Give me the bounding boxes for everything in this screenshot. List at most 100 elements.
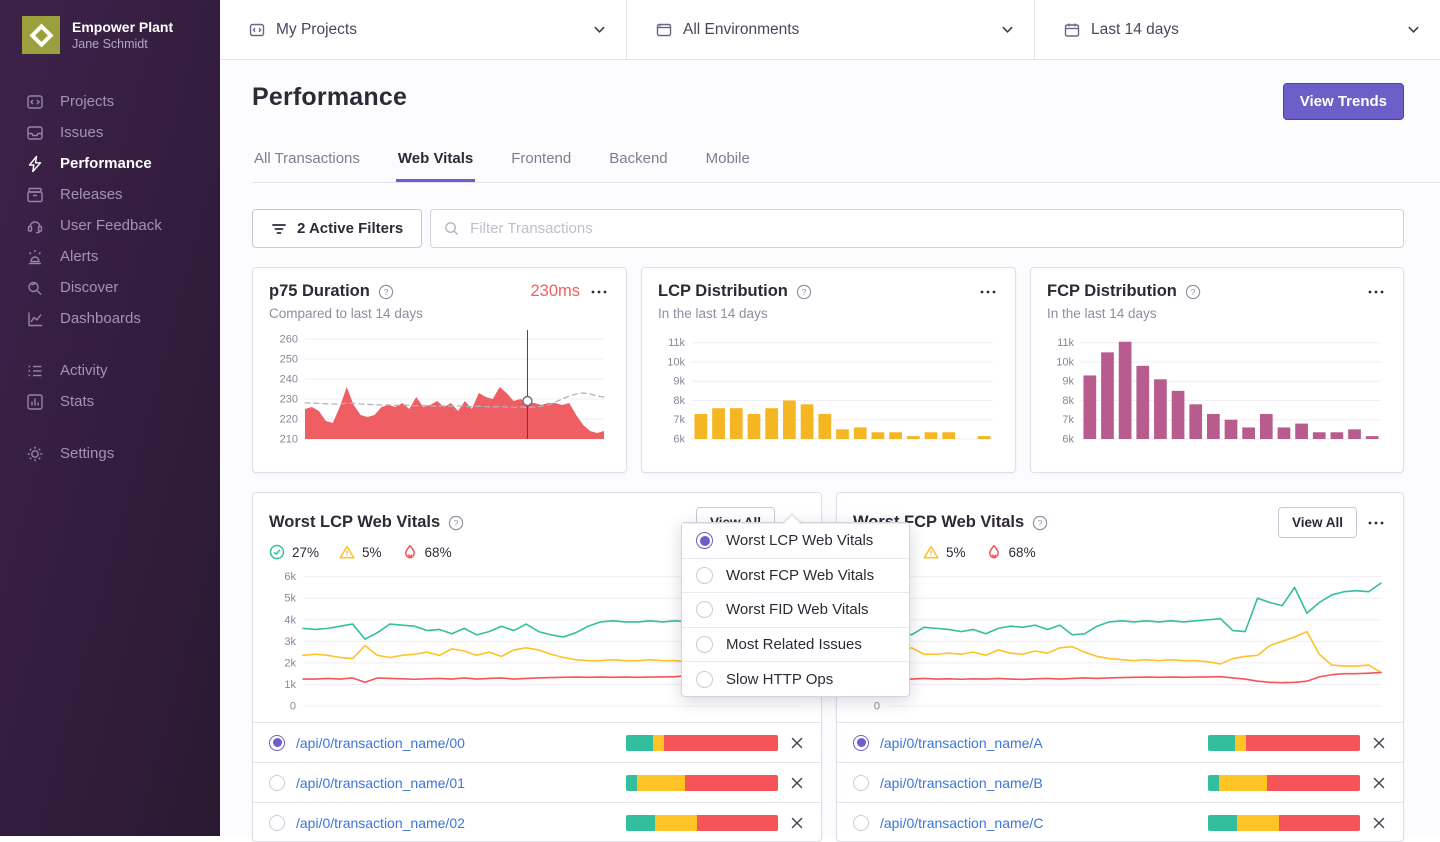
close-icon[interactable]: [1371, 735, 1387, 751]
ellipsis-menu-icon[interactable]: [977, 287, 999, 297]
card-title: FCP Distribution: [1047, 282, 1177, 301]
lcp-distribution-chart: 6k7k8k9k10k11k: [658, 327, 999, 453]
svg-text:220: 220: [280, 414, 298, 426]
good-percent: 27%: [292, 545, 319, 560]
sidebar-item-issues[interactable]: Issues: [0, 117, 220, 148]
question-icon[interactable]: ?: [378, 284, 394, 300]
svg-text:6k: 6k: [673, 434, 685, 446]
close-icon[interactable]: [1371, 775, 1387, 791]
fcp-distribution-chart: 6k7k8k9k10k11k: [1047, 327, 1387, 453]
card-subtitle: In the last 14 days: [1047, 306, 1387, 321]
transaction-link[interactable]: /api/0/transaction_name/01: [296, 775, 465, 791]
menu-radio[interactable]: [696, 567, 713, 584]
org-switcher[interactable]: Empower Plant Jane Schmidt: [0, 0, 220, 64]
transaction-link[interactable]: /api/0/transaction_name/A: [880, 735, 1043, 751]
svg-text:6k: 6k: [1062, 434, 1074, 446]
question-icon[interactable]: ?: [1032, 515, 1048, 531]
worst-fcp-card: Worst FCP Web Vitals ? View All 27% 5% 6…: [836, 492, 1404, 842]
sidebar-item-settings[interactable]: Settings: [0, 438, 220, 469]
worst-fcp-chart: 01k2k3k4k5k6k: [853, 560, 1387, 720]
view-trends-button[interactable]: View Trends: [1283, 83, 1404, 120]
fire-icon: [986, 544, 1002, 560]
stats-icon: [26, 393, 44, 411]
question-icon[interactable]: ?: [1185, 284, 1201, 300]
menu-item-most-related-issues[interactable]: Most Related Issues: [682, 627, 909, 662]
transaction-radio[interactable]: [853, 815, 869, 831]
close-icon[interactable]: [789, 775, 805, 791]
ellipsis-menu-icon[interactable]: [1365, 518, 1387, 528]
active-filters-button[interactable]: 2 Active Filters: [252, 209, 422, 248]
tab-web-vitals[interactable]: Web Vitals: [396, 142, 475, 182]
table-row: /api/0/transaction_name/00: [253, 722, 821, 762]
transaction-radio[interactable]: [853, 775, 869, 791]
projects-icon: [26, 93, 44, 111]
close-icon[interactable]: [1371, 815, 1387, 831]
dashboards-icon: [26, 310, 44, 328]
transaction-link[interactable]: /api/0/transaction_name/C: [880, 815, 1043, 831]
date-range-selector[interactable]: Last 14 days: [1035, 0, 1440, 59]
menu-radio[interactable]: [696, 532, 713, 549]
menu-item-worst-fcp[interactable]: Worst FCP Web Vitals: [682, 558, 909, 593]
p75-duration-card: p75 Duration ? 230ms Compared to last 14…: [252, 267, 627, 473]
filter-icon: [271, 221, 287, 237]
ellipsis-menu-icon[interactable]: [1365, 287, 1387, 297]
sidebar-item-projects[interactable]: Projects: [0, 86, 220, 117]
org-name: Empower Plant: [72, 19, 173, 37]
transaction-list: /api/0/transaction_name/A /api/0/transac…: [837, 722, 1403, 842]
environment-icon: [655, 21, 673, 39]
sidebar-item-discover[interactable]: Discover: [0, 272, 220, 303]
menu-radio[interactable]: [696, 671, 713, 688]
sidebar-item-dashboards[interactable]: Dashboards: [0, 303, 220, 334]
menu-radio[interactable]: [696, 636, 713, 653]
svg-text:210: 210: [280, 434, 298, 446]
transaction-radio[interactable]: [269, 815, 285, 831]
transaction-radio[interactable]: [269, 775, 285, 791]
transaction-radio[interactable]: [853, 735, 869, 751]
p75-value: 230ms: [530, 282, 580, 301]
menu-item-slow-http-ops[interactable]: Slow HTTP Ops: [682, 661, 909, 696]
svg-text:0: 0: [874, 701, 880, 713]
environment-selector[interactable]: All Environments: [627, 0, 1035, 59]
gear-icon: [26, 445, 44, 463]
page-title: Performance: [252, 83, 407, 112]
sidebar-item-stats[interactable]: Stats: [0, 386, 220, 417]
project-selector[interactable]: My Projects: [220, 0, 627, 59]
transaction-link[interactable]: /api/0/transaction_name/B: [880, 775, 1043, 791]
sidebar-item-activity[interactable]: Activity: [0, 355, 220, 386]
sidebar-item-performance[interactable]: Performance: [0, 148, 220, 179]
tab-all-transactions[interactable]: All Transactions: [252, 142, 362, 182]
menu-radio[interactable]: [696, 601, 713, 618]
tab-backend[interactable]: Backend: [607, 142, 669, 182]
svg-text:8k: 8k: [673, 395, 685, 407]
svg-text:3k: 3k: [284, 636, 296, 648]
card-title: LCP Distribution: [658, 282, 788, 301]
ellipsis-menu-icon[interactable]: [588, 287, 610, 297]
meh-percent: 5%: [362, 545, 382, 560]
check-circle-icon: [269, 544, 285, 560]
search-input[interactable]: [470, 220, 1391, 237]
svg-text:5k: 5k: [284, 593, 296, 605]
user-feedback-icon: [26, 217, 44, 235]
svg-text:240: 240: [280, 374, 298, 386]
tab-frontend[interactable]: Frontend: [509, 142, 573, 182]
svg-text:8k: 8k: [1062, 395, 1074, 407]
sidebar-item-alerts[interactable]: Alerts: [0, 241, 220, 272]
vitals-breakdown-bar: [1208, 815, 1360, 831]
menu-item-worst-fid[interactable]: Worst FID Web Vitals: [682, 592, 909, 627]
question-icon[interactable]: ?: [448, 515, 464, 531]
svg-text:11k: 11k: [1057, 337, 1074, 349]
sidebar-item-user-feedback[interactable]: User Feedback: [0, 210, 220, 241]
close-icon[interactable]: [789, 735, 805, 751]
view-all-button[interactable]: View All: [1278, 507, 1357, 538]
transaction-link[interactable]: /api/0/transaction_name/02: [296, 815, 465, 831]
menu-item-worst-lcp[interactable]: Worst LCP Web Vitals: [682, 523, 909, 558]
question-icon[interactable]: ?: [796, 284, 812, 300]
meh-percent: 5%: [946, 545, 966, 560]
sidebar-item-releases[interactable]: Releases: [0, 179, 220, 210]
close-icon[interactable]: [789, 815, 805, 831]
table-row: /api/0/transaction_name/C: [837, 802, 1403, 842]
transaction-radio[interactable]: [269, 735, 285, 751]
svg-text:1k: 1k: [284, 679, 296, 691]
transaction-link[interactable]: /api/0/transaction_name/00: [296, 735, 465, 751]
tab-mobile[interactable]: Mobile: [704, 142, 752, 182]
